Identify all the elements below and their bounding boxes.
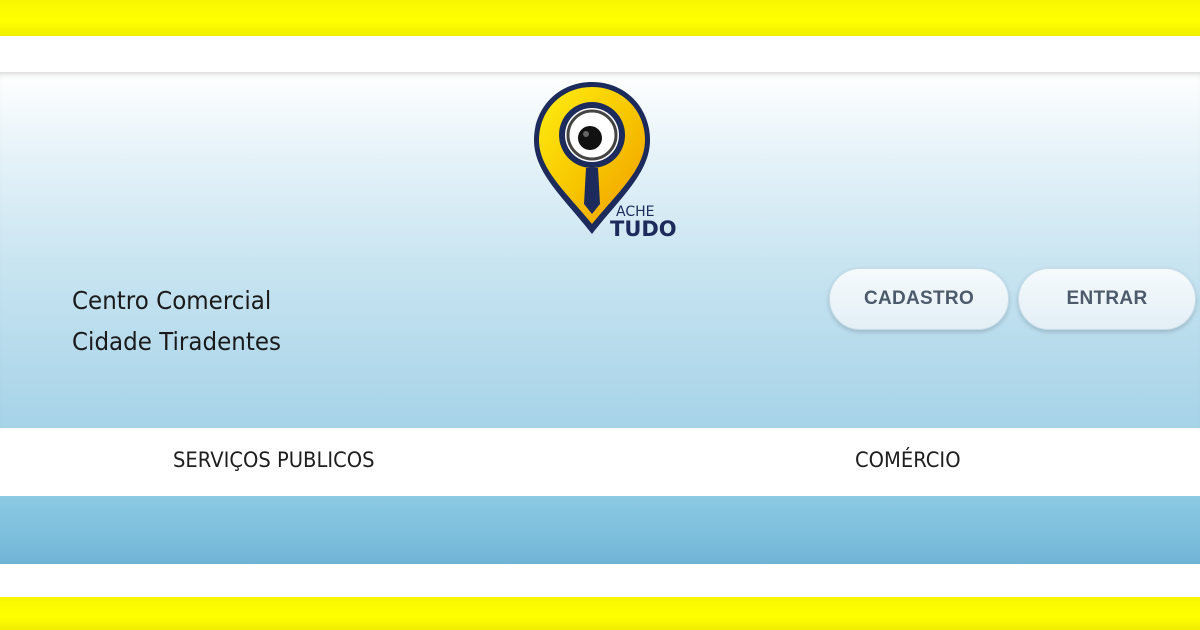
login-button[interactable]: ENTRAR	[1018, 268, 1196, 330]
nav-item-servicos-publicos[interactable]: SERVIÇOS PUBLICOS	[173, 448, 374, 472]
brand-logo[interactable]: ACHE TUDO	[528, 78, 678, 240]
yellow-frame-bottom	[0, 597, 1200, 630]
nav-item-comercio[interactable]: COMÉRCIO	[855, 448, 961, 472]
yellow-frame-top	[0, 0, 1200, 36]
page-title-line1: Centro Comercial	[72, 286, 272, 315]
blue-banner-band	[0, 496, 1200, 564]
top-white-strip	[0, 36, 1200, 72]
bottom-white-strip	[0, 564, 1200, 597]
main-nav: SERVIÇOS PUBLICOS COMÉRCIO	[0, 428, 1200, 496]
page-title: Centro Comercial Cidade Tiradentes	[72, 280, 458, 362]
register-button[interactable]: CADASTRO	[829, 268, 1009, 330]
page-title-line2: Cidade Tiradentes	[72, 327, 281, 356]
logo-word-tudo: TUDO	[610, 217, 677, 240]
site-header: ACHE TUDO Centro Comercial Cidade Tirade…	[0, 72, 1200, 428]
